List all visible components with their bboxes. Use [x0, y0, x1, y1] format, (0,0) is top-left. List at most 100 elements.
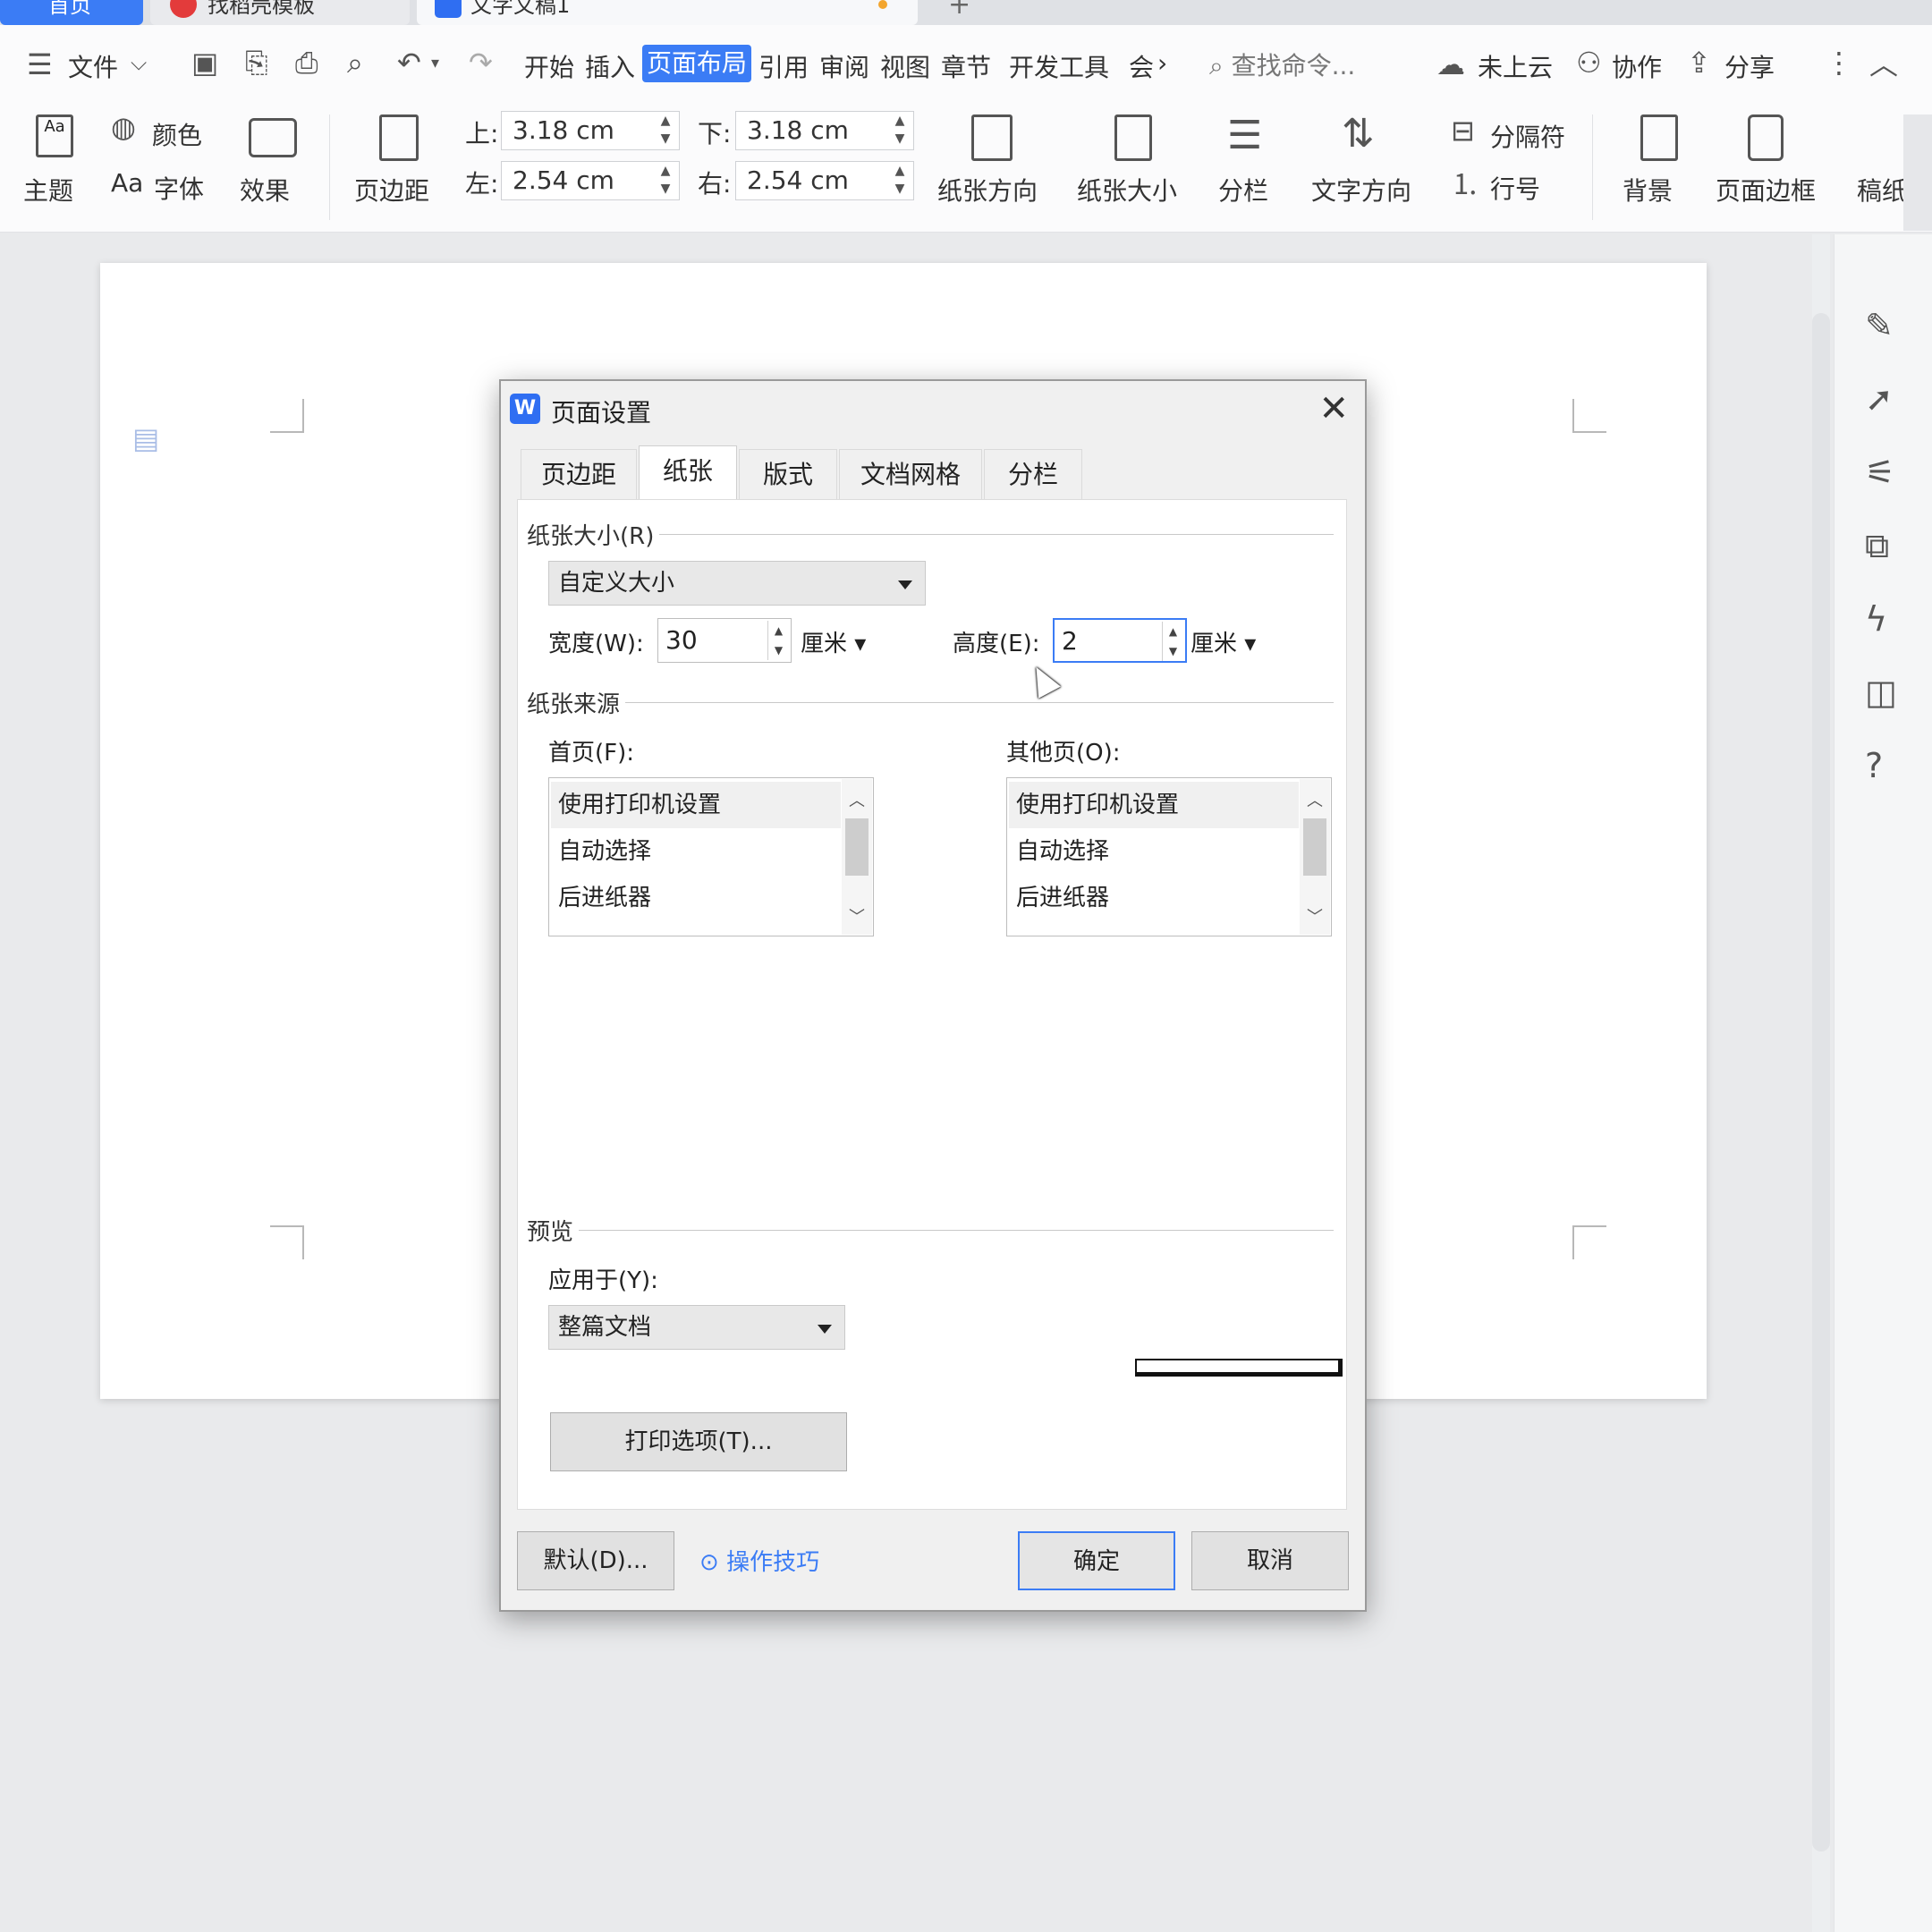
scroll-up-icon[interactable]: ︿ — [842, 788, 872, 811]
page-border-button[interactable]: 页面边框 — [1716, 172, 1816, 208]
share-button[interactable]: 分享 — [1724, 48, 1775, 84]
line-numbers-button[interactable]: 行号 — [1490, 170, 1540, 206]
save-icon[interactable]: ▣ — [191, 48, 218, 77]
paragraph-layout-icon[interactable]: ▤ — [132, 424, 159, 453]
tab-document-grid[interactable]: 文档网格 — [839, 449, 982, 499]
orientation-button[interactable]: 纸张方向 — [937, 172, 1038, 208]
print-options-button[interactable]: 打印选项(T)... — [550, 1412, 847, 1471]
text-direction-button[interactable]: 文字方向 — [1311, 172, 1411, 208]
menu-file[interactable]: 文件 — [68, 48, 118, 84]
scroll-down-icon[interactable]: ﹀ — [1300, 904, 1330, 928]
cancel-button[interactable]: 取消 — [1191, 1531, 1349, 1590]
tab-home[interactable]: 首页 — [0, 0, 143, 25]
margins-icon[interactable] — [379, 114, 419, 161]
chevron-down-icon[interactable]: ⌵ — [131, 52, 147, 73]
adjust-sliders-icon[interactable]: ⚟ — [1865, 453, 1895, 492]
tab-template[interactable]: 找稻壳模板 — [150, 0, 410, 25]
theme-icon[interactable]: Aa — [36, 114, 73, 157]
share-icon[interactable]: ⇪ — [1687, 48, 1711, 77]
scroll-up-icon[interactable]: ︿ — [1300, 788, 1330, 811]
collapse-ribbon-icon[interactable]: ︿ — [1869, 50, 1898, 79]
list-item[interactable]: 自动选择 — [551, 828, 841, 875]
cloud-icon[interactable]: ☁ — [1436, 50, 1465, 79]
menu-developer[interactable]: 开发工具 — [1009, 48, 1109, 84]
menu-insert[interactable]: 插入 — [585, 48, 635, 84]
collab-button[interactable]: 协作 — [1612, 48, 1662, 84]
default-button[interactable]: 默认(D)... — [517, 1531, 674, 1590]
more-vertical-icon[interactable]: ⋮ — [1825, 48, 1853, 77]
cloud-status[interactable]: 未上云 — [1478, 48, 1553, 84]
breaks-icon[interactable]: ⊟ — [1451, 116, 1475, 145]
width-unit-dropdown[interactable]: 厘米 ▾ — [801, 625, 866, 658]
help-icon[interactable]: ? — [1865, 746, 1883, 785]
spinner-icon[interactable]: ▲ ▼ — [892, 112, 908, 149]
list-item[interactable]: 使用打印机设置 — [551, 782, 841, 828]
page-border-icon[interactable] — [1748, 114, 1784, 161]
list-item[interactable]: 使用打印机设置 — [1009, 782, 1299, 828]
command-search[interactable]: ⌕ 查找命令... — [1209, 47, 1355, 82]
hamburger-icon[interactable]: ☰ — [27, 50, 53, 79]
print-preview-icon[interactable]: ⌕ — [347, 48, 363, 77]
spinner-icon[interactable]: ▲ ▼ — [657, 112, 674, 149]
margins-button[interactable]: 页边距 — [354, 172, 429, 208]
paper-size-dropdown[interactable]: 自定义大小 — [548, 561, 926, 606]
menu-more-button[interactable]: › — [1157, 48, 1167, 78]
manuscript-button[interactable]: 稿纸 — [1857, 172, 1907, 208]
other-pages-source-list[interactable]: 使用打印机设置 自动选择 后进纸器 ︿ ﹀ — [1006, 777, 1332, 936]
flash-icon[interactable]: ϟ — [1865, 599, 1887, 639]
line-numbers-icon[interactable]: ⒈ — [1451, 170, 1479, 199]
menu-page-layout[interactable]: 页面布局 — [642, 45, 751, 82]
background-button[interactable]: 背景 — [1623, 172, 1673, 208]
scroll-down-icon[interactable]: ﹀ — [842, 904, 872, 928]
height-unit-dropdown[interactable]: 厘米 ▾ — [1191, 625, 1256, 658]
list-scroll-thumb[interactable] — [1303, 818, 1326, 876]
theme-button[interactable]: 主题 — [23, 172, 73, 208]
paper-size-icon[interactable] — [1114, 114, 1152, 161]
tab-margins[interactable]: 页边距 — [521, 449, 637, 499]
list-item[interactable]: 后进纸器 — [1009, 875, 1299, 921]
first-page-source-list[interactable]: 使用打印机设置 自动选择 后进纸器 ︿ ﹀ — [548, 777, 874, 936]
image-tools-icon[interactable]: ⧉ — [1865, 526, 1889, 566]
undo-icon[interactable]: ↶ — [397, 48, 421, 77]
list-item[interactable]: 后进纸器 — [551, 875, 841, 921]
tab-columns[interactable]: 分栏 — [984, 449, 1082, 499]
breaks-button[interactable]: 分隔符 — [1490, 118, 1565, 154]
list-scrollbar[interactable]: ︿ ﹀ — [1300, 779, 1330, 935]
menu-start[interactable]: 开始 — [524, 48, 574, 84]
width-input[interactable]: 30 ▲ ▼ — [657, 618, 792, 663]
tab-layout[interactable]: 版式 — [739, 449, 837, 499]
height-input[interactable]: 2 ▲ ▼ — [1053, 618, 1187, 663]
effects-button[interactable]: 效果 — [240, 172, 290, 208]
top-margin-input[interactable]: 3.18 cm ▲ ▼ — [501, 111, 680, 150]
tips-link[interactable]: ⊙ 操作技巧 — [699, 1544, 819, 1577]
right-margin-input[interactable]: 2.54 cm ▲ ▼ — [735, 161, 914, 200]
palette-icon[interactable]: ◍ — [111, 113, 136, 141]
menu-section[interactable]: 章节 — [941, 48, 991, 84]
print-icon[interactable]: ⎙ — [295, 48, 318, 77]
paper-size-button[interactable]: 纸张大小 — [1077, 172, 1177, 208]
reading-mode-icon[interactable]: ◫ — [1865, 673, 1897, 712]
columns-button[interactable]: 分栏 — [1218, 172, 1268, 208]
new-tab-button[interactable]: + — [948, 0, 970, 21]
vertical-scroll-thumb[interactable] — [1812, 313, 1830, 1852]
tab-document[interactable]: 文字文稿1 — [417, 0, 918, 25]
background-icon[interactable] — [1640, 114, 1678, 161]
redo-icon[interactable]: ↷ — [469, 48, 493, 77]
close-button[interactable]: ✕ — [1318, 388, 1349, 429]
list-scrollbar[interactable]: ︿ ﹀ — [842, 779, 872, 935]
ok-button[interactable]: 确定 — [1018, 1531, 1175, 1590]
font-button[interactable]: 字体 — [154, 170, 204, 206]
apply-to-dropdown[interactable]: 整篇文档 — [548, 1305, 845, 1350]
ribbon-scroll-right[interactable] — [1903, 114, 1932, 231]
list-item[interactable]: 自动选择 — [1009, 828, 1299, 875]
orientation-icon[interactable] — [971, 114, 1013, 161]
menu-references[interactable]: 引用 — [758, 48, 809, 84]
export-pdf-icon[interactable]: ⎘ — [245, 48, 268, 77]
menu-view[interactable]: 视图 — [880, 48, 930, 84]
list-scroll-thumb[interactable] — [845, 818, 869, 876]
tab-paper[interactable]: 纸张 — [639, 445, 737, 501]
color-button[interactable]: 颜色 — [152, 116, 202, 152]
menu-member[interactable]: 会 — [1129, 48, 1154, 84]
edit-pen-icon[interactable]: ✎ — [1865, 306, 1894, 345]
effects-icon[interactable] — [249, 118, 297, 157]
